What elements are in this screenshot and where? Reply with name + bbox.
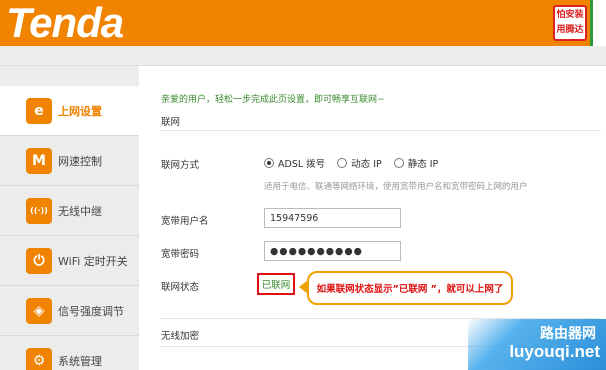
password-label: 宽带密码 xyxy=(161,249,200,260)
watermark-line1: 路由器网 xyxy=(540,326,596,342)
connection-type-radio-group: ADSL 拨号 动态 IP 静态 IP xyxy=(264,156,450,170)
section-title-wireless: 无线加密 xyxy=(161,331,200,342)
radio-adsl-label: ADSL 拨号 xyxy=(278,159,326,170)
internet-explorer-icon: e xyxy=(26,97,52,124)
sidebar-item-wifi-timer[interactable]: ⏻ WiFi 定时开关 xyxy=(0,236,139,286)
sidebar-item-signal-strength[interactable]: ◈ 信号强度调节 xyxy=(0,286,139,336)
sidebar: e 上网设置 M 网速控制 ((·)) 无线中继 ⏻ WiFi 定时开关 ◈ 信… xyxy=(0,66,139,370)
watermark: 路由器网 luyouqi.net xyxy=(468,319,606,370)
promo-badge: 怕安装 用腾达 xyxy=(553,5,587,41)
speed-wave-icon: M xyxy=(26,147,52,174)
annotation-callout: 如果联网状态显示”已联网 ”，就可以上网了 xyxy=(307,271,513,305)
radio-dynamic-ip-dot[interactable] xyxy=(337,158,348,168)
username-label: 宽带用户名 xyxy=(161,216,209,227)
badge-line2: 用腾达 xyxy=(556,25,584,35)
sidebar-item-label: 上网设置 xyxy=(58,104,102,118)
power-timer-icon: ⏻ xyxy=(26,247,52,274)
sidebar-item-label: 信号强度调节 xyxy=(58,304,124,318)
badge-line1: 怕安装 xyxy=(556,10,584,20)
top-header: Tenda 怕安装 用腾达 xyxy=(0,0,606,46)
callout-text: 如果联网状态显示”已联网 ”，就可以上网了 xyxy=(316,284,504,295)
radio-dynamic-ip-label: 动态 IP xyxy=(351,159,382,170)
radio-adsl[interactable]: ADSL 拨号 xyxy=(264,156,325,170)
sidebar-item-label: 系统管理 xyxy=(58,354,102,368)
welcome-message: 亲爱的用户，轻松一步完成此页设置，即可畅享互联网~ xyxy=(161,95,385,105)
connection-hint: 适用于电信、联通等网络环境，使用宽带用户名和宽带密码上网的用户 xyxy=(264,182,528,192)
password-input[interactable] xyxy=(264,241,401,261)
gear-icon: ⚙ xyxy=(26,347,52,370)
status-label: 联网状态 xyxy=(161,282,200,293)
header-strip xyxy=(0,46,606,66)
section-title-internet: 联网 xyxy=(161,117,181,128)
radio-adsl-dot[interactable] xyxy=(264,158,274,168)
username-input[interactable] xyxy=(264,208,401,228)
wireless-repeater-icon: ((·)) xyxy=(26,197,52,224)
section-divider xyxy=(161,130,601,131)
sidebar-item-internet-settings[interactable]: e 上网设置 xyxy=(0,86,139,136)
radio-dynamic-ip[interactable]: 动态 IP xyxy=(337,156,382,170)
badge-side-decor xyxy=(590,0,606,46)
connection-type-label: 联网方式 xyxy=(161,160,200,171)
sidebar-item-label: 网速控制 xyxy=(58,154,102,168)
sidebar-item-wireless-repeater[interactable]: ((·)) 无线中继 xyxy=(0,186,139,236)
radio-static-ip-dot[interactable] xyxy=(393,158,404,168)
sidebar-item-label: 无线中继 xyxy=(58,204,102,218)
radio-static-ip-label: 静态 IP xyxy=(407,159,439,170)
tenda-logo: Tenda xyxy=(6,0,124,46)
sidebar-item-speed-control[interactable]: M 网速控制 xyxy=(0,136,139,186)
sidebar-item-label: WiFi 定时开关 xyxy=(58,254,128,268)
signal-shield-icon: ◈ xyxy=(26,297,52,324)
status-value: 已联网 xyxy=(261,280,291,291)
status-highlight-box: 已联网 xyxy=(257,273,295,295)
sidebar-item-system-management[interactable]: ⚙ 系统管理 xyxy=(0,336,139,370)
watermark-line2: luyouqi.net xyxy=(509,342,600,361)
radio-static-ip[interactable]: 静态 IP xyxy=(393,156,439,170)
